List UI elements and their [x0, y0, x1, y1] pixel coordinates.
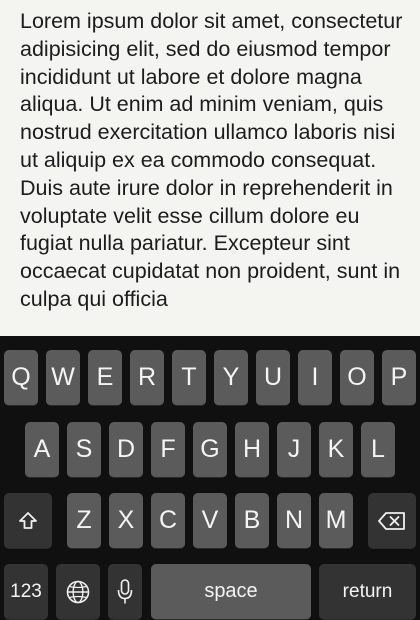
key-u[interactable]: U: [256, 350, 290, 406]
key-m[interactable]: M: [319, 493, 353, 549]
key-l[interactable]: L: [361, 422, 395, 478]
dictation-key[interactable]: [108, 564, 142, 620]
key-t[interactable]: T: [172, 350, 206, 406]
globe-key[interactable]: [56, 564, 100, 620]
microphone-icon: [117, 578, 133, 603]
space-key[interactable]: space: [151, 564, 311, 620]
key-i[interactable]: I: [298, 350, 332, 406]
keyboard: Q W E R T Y U I O P A S D F G H J K L Z …: [0, 336, 420, 620]
key-p[interactable]: P: [382, 350, 416, 406]
note-body-text[interactable]: Lorem ipsum dolor sit amet, consectetur …: [20, 8, 410, 314]
key-j[interactable]: J: [277, 422, 311, 478]
key-d[interactable]: D: [109, 422, 143, 478]
key-e[interactable]: E: [88, 350, 122, 406]
delete-key[interactable]: [368, 493, 416, 549]
note-text-area[interactable]: Lorem ipsum dolor sit amet, consectetur …: [0, 0, 420, 336]
key-r[interactable]: R: [130, 350, 164, 406]
key-s[interactable]: S: [67, 422, 101, 478]
key-v[interactable]: V: [193, 493, 227, 549]
return-key[interactable]: return: [319, 564, 416, 620]
numbers-key[interactable]: 123: [4, 564, 48, 620]
key-z[interactable]: Z: [67, 493, 101, 549]
key-n[interactable]: N: [277, 493, 311, 549]
globe-icon: [66, 580, 90, 603]
key-o[interactable]: O: [340, 350, 374, 406]
key-c[interactable]: C: [151, 493, 185, 549]
key-f[interactable]: F: [151, 422, 185, 478]
shift-icon: [19, 511, 37, 529]
key-a[interactable]: A: [25, 422, 59, 478]
shift-key[interactable]: [4, 493, 52, 549]
key-y[interactable]: Y: [214, 350, 248, 406]
key-g[interactable]: G: [193, 422, 227, 478]
key-b[interactable]: B: [235, 493, 269, 549]
key-w[interactable]: W: [46, 350, 80, 406]
key-h[interactable]: H: [235, 422, 269, 478]
key-x[interactable]: X: [109, 493, 143, 549]
key-k[interactable]: K: [319, 422, 353, 478]
key-q[interactable]: Q: [4, 350, 38, 406]
delete-icon: [378, 511, 405, 530]
